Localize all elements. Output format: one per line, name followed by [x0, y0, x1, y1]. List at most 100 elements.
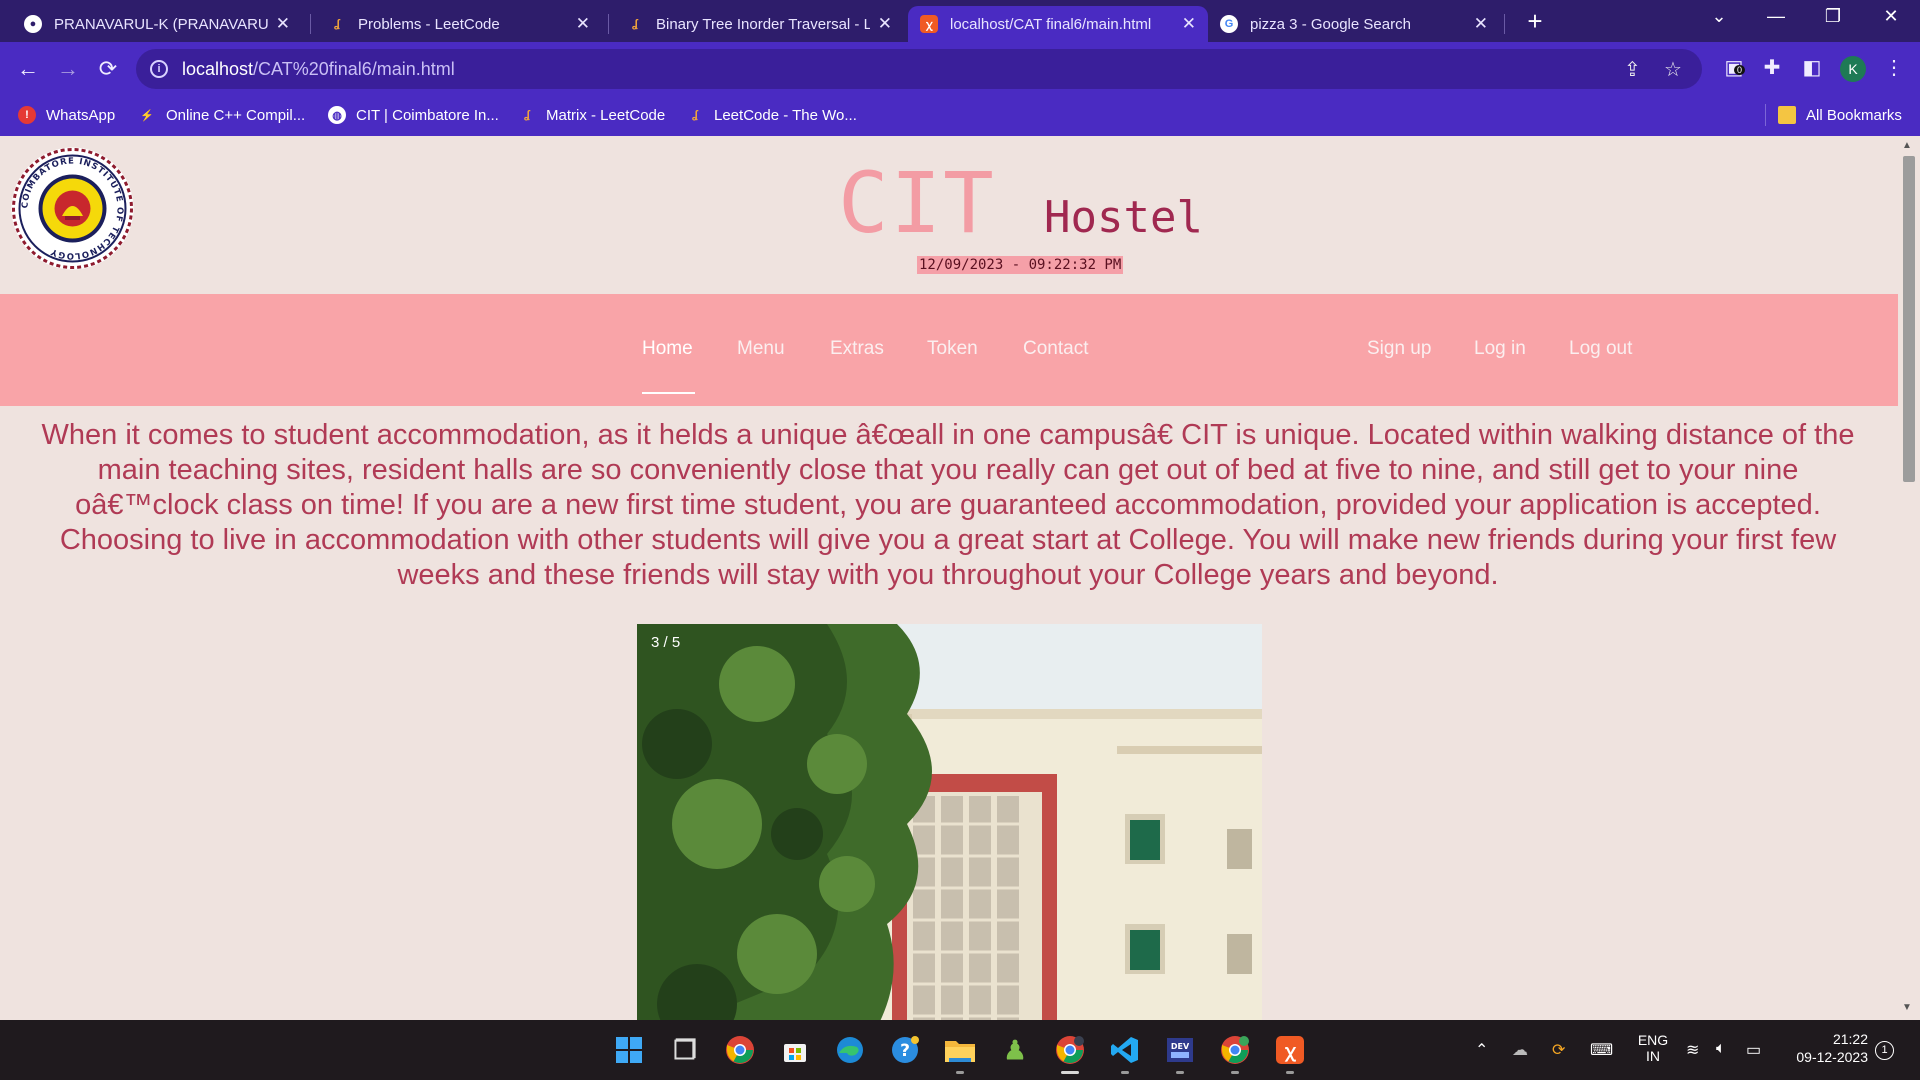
- tray-overflow-chevron-icon[interactable]: ⌃: [1475, 1040, 1488, 1060]
- extension-badge-count: 0: [1734, 65, 1746, 75]
- volume-icon[interactable]: 🔈︎: [1716, 1040, 1726, 1058]
- windows-start-icon[interactable]: [612, 1034, 646, 1066]
- onedrive-offline-icon[interactable]: ☁: [1512, 1040, 1528, 1060]
- close-icon[interactable]: ✕: [576, 14, 590, 34]
- leetcode-icon: ʆ: [632, 18, 638, 30]
- task-view-icon[interactable]: ❐: [668, 1034, 702, 1066]
- page-scrollbar[interactable]: ▲ ▼: [1898, 136, 1920, 1020]
- profile-avatar[interactable]: K: [1840, 56, 1866, 82]
- hostel-building-photo: [637, 624, 1262, 1020]
- close-window-button[interactable]: ✕: [1871, 6, 1911, 27]
- site-title-main: CIT: [838, 154, 996, 252]
- scroll-up-arrow-icon[interactable]: ▲: [1902, 140, 1912, 151]
- forward-button[interactable]: →: [52, 53, 84, 85]
- nav-log-out[interactable]: Log out: [1569, 338, 1632, 360]
- tab-title: localhost/CAT final6/main.html: [950, 15, 1152, 33]
- extension-badge-icon[interactable]: ▣0: [1720, 55, 1748, 80]
- browser-toolbar: ← → ⟳ i localhost/CAT%20final6/main.html…: [0, 42, 1920, 96]
- site-navbar: Home Menu Extras Token Contact Sign up L…: [0, 294, 1920, 406]
- svg-text:?: ?: [900, 1041, 910, 1061]
- chrome-profile-p-icon[interactable]: [1218, 1034, 1252, 1066]
- close-icon[interactable]: ✕: [276, 14, 290, 34]
- tab-google-search[interactable]: G pizza 3 - Google Search ✕: [1208, 6, 1500, 42]
- language-indicator[interactable]: ENG IN: [1633, 1032, 1673, 1064]
- nav-log-in[interactable]: Log in: [1474, 338, 1526, 360]
- tab-title: pizza 3 - Google Search: [1250, 15, 1411, 33]
- tab-search-chevron-icon[interactable]: ⌄: [1699, 6, 1739, 27]
- tab-divider: [310, 14, 311, 34]
- extensions-puzzle-icon[interactable]: ✚: [1758, 55, 1786, 80]
- leetcode-icon: ʆ: [524, 109, 530, 121]
- language-line2: IN: [1646, 1048, 1660, 1064]
- close-icon[interactable]: ✕: [1182, 14, 1196, 34]
- wifi-icon[interactable]: ≋: [1686, 1040, 1699, 1060]
- globe-icon: ◍: [328, 106, 346, 124]
- sync-icon[interactable]: ⟳: [1552, 1040, 1565, 1060]
- tab-localhost[interactable]: ꭓ localhost/CAT final6/main.html ✕: [908, 6, 1208, 42]
- page-viewport: COIMBATORE INSTITUTE OF TECHNOLOGY CIT H…: [0, 136, 1920, 1020]
- restore-button[interactable]: ❐: [1813, 6, 1853, 27]
- url-host: localhost: [182, 58, 254, 79]
- tab-title: Problems - LeetCode: [358, 15, 500, 33]
- tab-title: PRANAVARUL-K (PRANAVARUL-K): [54, 15, 268, 33]
- back-button[interactable]: ←: [12, 53, 44, 85]
- running-indicator: [1061, 1071, 1079, 1074]
- edge-icon[interactable]: [833, 1034, 867, 1066]
- chrome-profile-k-icon[interactable]: [1053, 1034, 1087, 1066]
- github-icon: ●: [24, 15, 42, 33]
- bookmark-online-cpp[interactable]: ⚡ Online C++ Compil...: [138, 106, 305, 124]
- chrome-icon[interactable]: [723, 1034, 757, 1066]
- bookmark-leetcode[interactable]: ʆ LeetCode - The Wo...: [686, 106, 857, 124]
- nav-menu[interactable]: Menu: [737, 338, 785, 360]
- svg-text:DEV: DEV: [1171, 1042, 1190, 1051]
- tab-leetcode-inorder[interactable]: ʆ Binary Tree Inorder Traversal - LeetCo…: [614, 6, 904, 42]
- nav-token[interactable]: Token: [927, 338, 978, 360]
- tab-strip: ● PRANAVARUL-K (PRANAVARUL-K) ✕ ʆ Proble…: [0, 0, 1920, 42]
- new-tab-button[interactable]: +: [1521, 8, 1549, 36]
- bookmark-cit[interactable]: ◍ CIT | Coimbatore In...: [328, 106, 499, 124]
- tab-github[interactable]: ● PRANAVARUL-K (PRANAVARUL-K) ✕: [12, 6, 302, 42]
- nav-extras[interactable]: Extras: [830, 338, 884, 360]
- file-explorer-icon[interactable]: [943, 1034, 977, 1066]
- notification-badge[interactable]: 1: [1875, 1041, 1894, 1060]
- share-icon[interactable]: ⇪: [1624, 57, 1641, 82]
- microsoft-store-icon[interactable]: [778, 1034, 812, 1066]
- nav-contact[interactable]: Contact: [1023, 338, 1088, 360]
- keyboard-icon[interactable]: ⌨: [1590, 1040, 1613, 1060]
- site-info-icon[interactable]: i: [150, 60, 168, 78]
- nav-sign-up[interactable]: Sign up: [1367, 338, 1431, 360]
- bookmark-star-icon[interactable]: ☆: [1664, 57, 1682, 82]
- google-icon: G: [1220, 15, 1238, 33]
- live-datetime: 12/09/2023 - 09:22:32 PM: [917, 256, 1124, 274]
- help-icon[interactable]: ?: [888, 1034, 922, 1066]
- reload-button[interactable]: ⟳: [92, 53, 124, 85]
- scrollbar-thumb[interactable]: [1903, 156, 1915, 482]
- address-bar[interactable]: i localhost/CAT%20final6/main.html ⇪ ☆: [136, 49, 1702, 89]
- chess-icon[interactable]: ♟: [998, 1034, 1032, 1066]
- battery-icon[interactable]: ▭: [1746, 1040, 1761, 1060]
- bookmark-whatsapp[interactable]: ! WhatsApp: [18, 106, 115, 124]
- hostel-slideshow[interactable]: 3 / 5: [637, 624, 1262, 1020]
- minimize-button[interactable]: —: [1756, 6, 1796, 27]
- folder-icon: ■: [1778, 106, 1796, 124]
- bookmark-label: Matrix - LeetCode: [546, 106, 666, 124]
- bookmark-label: WhatsApp: [46, 106, 116, 124]
- nav-home[interactable]: Home: [642, 338, 693, 360]
- all-bookmarks-button[interactable]: ■ All Bookmarks: [1778, 106, 1902, 124]
- language-line1: ENG: [1637, 1032, 1669, 1048]
- close-icon[interactable]: ✕: [1474, 14, 1488, 34]
- menu-kebab-icon[interactable]: ⋮: [1880, 55, 1908, 80]
- intro-paragraph: When it comes to student accommodation, …: [41, 419, 1855, 591]
- close-icon[interactable]: ✕: [878, 14, 892, 34]
- bookmark-label: Online C++ Compil...: [166, 106, 306, 124]
- dev-cpp-icon[interactable]: DEV: [1163, 1034, 1197, 1066]
- scroll-down-arrow-icon[interactable]: ▼: [1902, 1002, 1912, 1013]
- bookmark-label: LeetCode - The Wo...: [714, 106, 857, 124]
- bookmark-matrix-leetcode[interactable]: ʆ Matrix - LeetCode: [518, 106, 665, 124]
- vscode-icon[interactable]: [1108, 1034, 1142, 1066]
- tab-leetcode-problems[interactable]: ʆ Problems - LeetCode ✕: [316, 6, 602, 42]
- xampp-icon[interactable]: ꭓ: [1273, 1034, 1307, 1066]
- whatsapp-icon: !: [18, 106, 36, 124]
- clock[interactable]: 21:22 09-12-2023: [1782, 1031, 1868, 1065]
- side-panel-icon[interactable]: ◧: [1798, 55, 1826, 80]
